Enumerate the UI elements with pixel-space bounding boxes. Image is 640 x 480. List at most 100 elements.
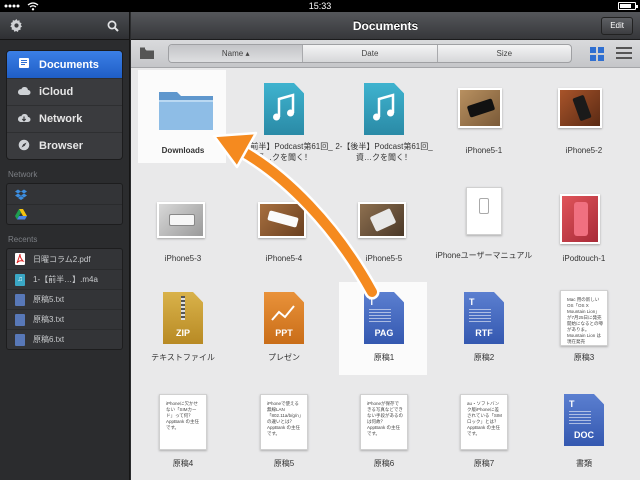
sort-by-size[interactable]: Size	[436, 45, 571, 62]
file-name: Downloads	[161, 146, 205, 155]
sidebar-item-label: Browser	[39, 140, 84, 152]
file-name: iPhone5-2	[565, 146, 603, 155]
search-button[interactable]	[103, 16, 123, 36]
network-section-label: Network	[8, 170, 38, 179]
file-name: iPhone5-4	[265, 254, 303, 263]
file-item-text[interactable]: iPhoneに欠かせない「SIMカード」って何？ AppBank の主任です。 …	[133, 390, 233, 480]
sort-segmented-control: Name ▴ Date Size	[168, 44, 572, 63]
file-item-text[interactable]: iPhoneで使える無線LAN「802.11a/b/g/n」の違いとは？ App…	[234, 390, 334, 480]
file-item-ppt[interactable]: PPT プレゼン	[234, 290, 334, 385]
file-item-zip[interactable]: ZIP テキストファイル	[133, 290, 233, 385]
pdf-document-icon	[466, 187, 502, 235]
file-item-image[interactable]: iPhone5-2	[534, 78, 634, 173]
doc-file-icon: T DOC	[564, 394, 604, 446]
file-name: 原稿1	[373, 353, 395, 362]
sidebar-item-icloud[interactable]: iCloud	[7, 78, 122, 105]
gear-icon	[9, 19, 22, 32]
edit-button[interactable]: Edit	[601, 17, 633, 35]
sidebar-item-browser[interactable]: Browser	[7, 132, 122, 159]
file-name: iPhone5-3	[164, 254, 202, 263]
file-name: iPhone5-1	[465, 146, 503, 155]
file-item-text[interactable]: iPhoneが保存できる写真などできない手段があるのは何故？ AppBank の…	[334, 390, 434, 480]
file-grid: Downloads 1-【前半】Podcast第61回_資…クを聞く！ 2-【後…	[131, 68, 640, 480]
file-item-text[interactable]: Mac 用の新しい OS「OS X Mountain Lion」が7月25日に発…	[534, 290, 634, 385]
sidebar-item-label: iCloud	[39, 86, 74, 98]
file-name: 2-【後半】Podcast第61回_資…クを聞く！	[335, 142, 433, 162]
pdf-icon	[15, 253, 25, 265]
file-name: 原稿2	[473, 353, 495, 362]
text-file-preview: au・ソフトバンク版iPhoneに差されている「SIMロック」とは？ AppBa…	[460, 394, 508, 450]
file-item-image[interactable]: iPhone5-1	[434, 78, 534, 173]
compass-icon	[17, 139, 31, 154]
sidebar-item-label: Network	[39, 113, 83, 125]
file-item-image[interactable]: iPhone5-4	[234, 190, 334, 285]
text-file-preview: iPhoneが保存できる写真などできない手段があるのは何故？ AppBank の…	[360, 394, 408, 450]
folder-icon	[159, 92, 213, 130]
file-name: 1-【前半】Podcast第61回_資…クを聞く！	[235, 142, 333, 162]
file-item-pdf[interactable]: iPhoneユーザーマニュアル	[434, 183, 534, 283]
recent-item-label: 原稿3.txt	[33, 315, 65, 324]
preview-text: iPhoneに欠かせない「SIMカード」って何？ AppBank の主任です。	[166, 401, 200, 430]
file-type-badge: PPT	[275, 328, 293, 338]
pages-file-icon: T PAG	[364, 292, 404, 344]
text-file-preview: Mac 用の新しい OS「OS X Mountain Lion」が7月25日に発…	[560, 290, 608, 346]
photo-thumbnail	[560, 194, 600, 244]
preview-text: iPhoneが保存できる写真などできない手段があるのは何故？ AppBank の…	[367, 401, 403, 436]
sort-by-date[interactable]: Date	[302, 45, 436, 62]
file-item-downloads[interactable]: Downloads	[133, 70, 233, 173]
recent-item[interactable]: 原稿6.txt	[7, 329, 122, 349]
rtf-file-icon: T RTF	[464, 292, 504, 344]
sidebar: Documents iCloud Network Browser Network…	[0, 12, 130, 480]
recent-item[interactable]: 原稿5.txt	[7, 289, 122, 309]
file-item-audio[interactable]: 2-【後半】Podcast第61回_資…クを聞く！	[334, 78, 434, 173]
audio-file-icon	[364, 83, 404, 135]
list-view-button[interactable]	[616, 47, 632, 61]
recent-item[interactable]: 原稿3.txt	[7, 309, 122, 329]
preview-text: au・ソフトバンク版iPhoneに差されている「SIMロック」とは？ AppBa…	[467, 401, 502, 436]
file-name: 原稿4	[172, 459, 194, 468]
dropbox-account[interactable]	[7, 184, 122, 204]
file-item-audio[interactable]: 1-【前半】Podcast第61回_資…クを聞く！	[234, 78, 334, 173]
file-item-image[interactable]: iPhone5-5	[334, 190, 434, 285]
search-icon	[107, 20, 119, 32]
battery-icon	[618, 2, 638, 10]
page-title: Documents	[352, 19, 419, 33]
file-item-rtf[interactable]: T RTF 原稿2	[434, 290, 534, 385]
photo-thumbnail	[258, 202, 306, 238]
file-name: 原稿3	[573, 353, 595, 362]
photo-thumbnail	[157, 202, 205, 238]
sidebar-item-documents[interactable]: Documents	[7, 51, 122, 78]
new-folder-button[interactable]	[139, 46, 155, 60]
file-type-badge: RTF	[475, 328, 493, 338]
preview-text: Mac 用の新しい OS「OS X Mountain Lion」が7月25日に発…	[567, 297, 603, 344]
google-drive-account[interactable]	[7, 204, 122, 224]
settings-button[interactable]	[6, 16, 26, 36]
file-item-doc[interactable]: T DOC 書類	[534, 390, 634, 480]
folder-plus-icon	[140, 47, 154, 59]
recent-item[interactable]: 日曜コラム2.pdf	[7, 249, 122, 269]
sort-by-name[interactable]: Name ▴	[169, 45, 303, 62]
recents-section-label: Recents	[8, 235, 38, 244]
file-type-badge: DOC	[574, 430, 594, 440]
battery-area	[618, 2, 638, 10]
grid-view-button[interactable]	[589, 46, 605, 62]
title-bar: Documents Edit	[131, 12, 640, 40]
sidebar-item-network[interactable]: Network	[7, 105, 122, 132]
file-item-text[interactable]: au・ソフトバンク版iPhoneに差されている「SIMロック」とは？ AppBa…	[434, 390, 534, 480]
photo-thumbnail	[358, 202, 406, 238]
file-name: 原稿5	[273, 459, 295, 468]
file-name: 原稿7	[473, 459, 495, 468]
recent-item[interactable]: ♫ 1-【前半…】.m4a	[7, 269, 122, 289]
file-item-image[interactable]: iPhone5-3	[133, 190, 233, 285]
file-name: テキストファイル	[151, 353, 215, 362]
zip-file-icon: ZIP	[163, 292, 203, 344]
file-item-image[interactable]: iPodtouch-1	[534, 190, 634, 285]
recents-list: 日曜コラム2.pdf ♫ 1-【前半…】.m4a 原稿5.txt 原稿3.txt…	[6, 248, 123, 350]
file-item-pages[interactable]: T PAG 原稿1	[334, 282, 434, 385]
text-file-preview: iPhoneで使える無線LAN「802.11a/b/g/n」の違いとは？ App…	[260, 394, 308, 450]
recent-item-label: 日曜コラム2.pdf	[33, 254, 91, 264]
recent-item-label: 原稿5.txt	[33, 295, 65, 304]
file-name: iPhoneユーザーマニュアル	[435, 251, 533, 260]
main-pane: Documents Edit Name ▴ Date Size Download…	[131, 12, 640, 480]
sort-toolbar: Name ▴ Date Size	[131, 40, 640, 68]
